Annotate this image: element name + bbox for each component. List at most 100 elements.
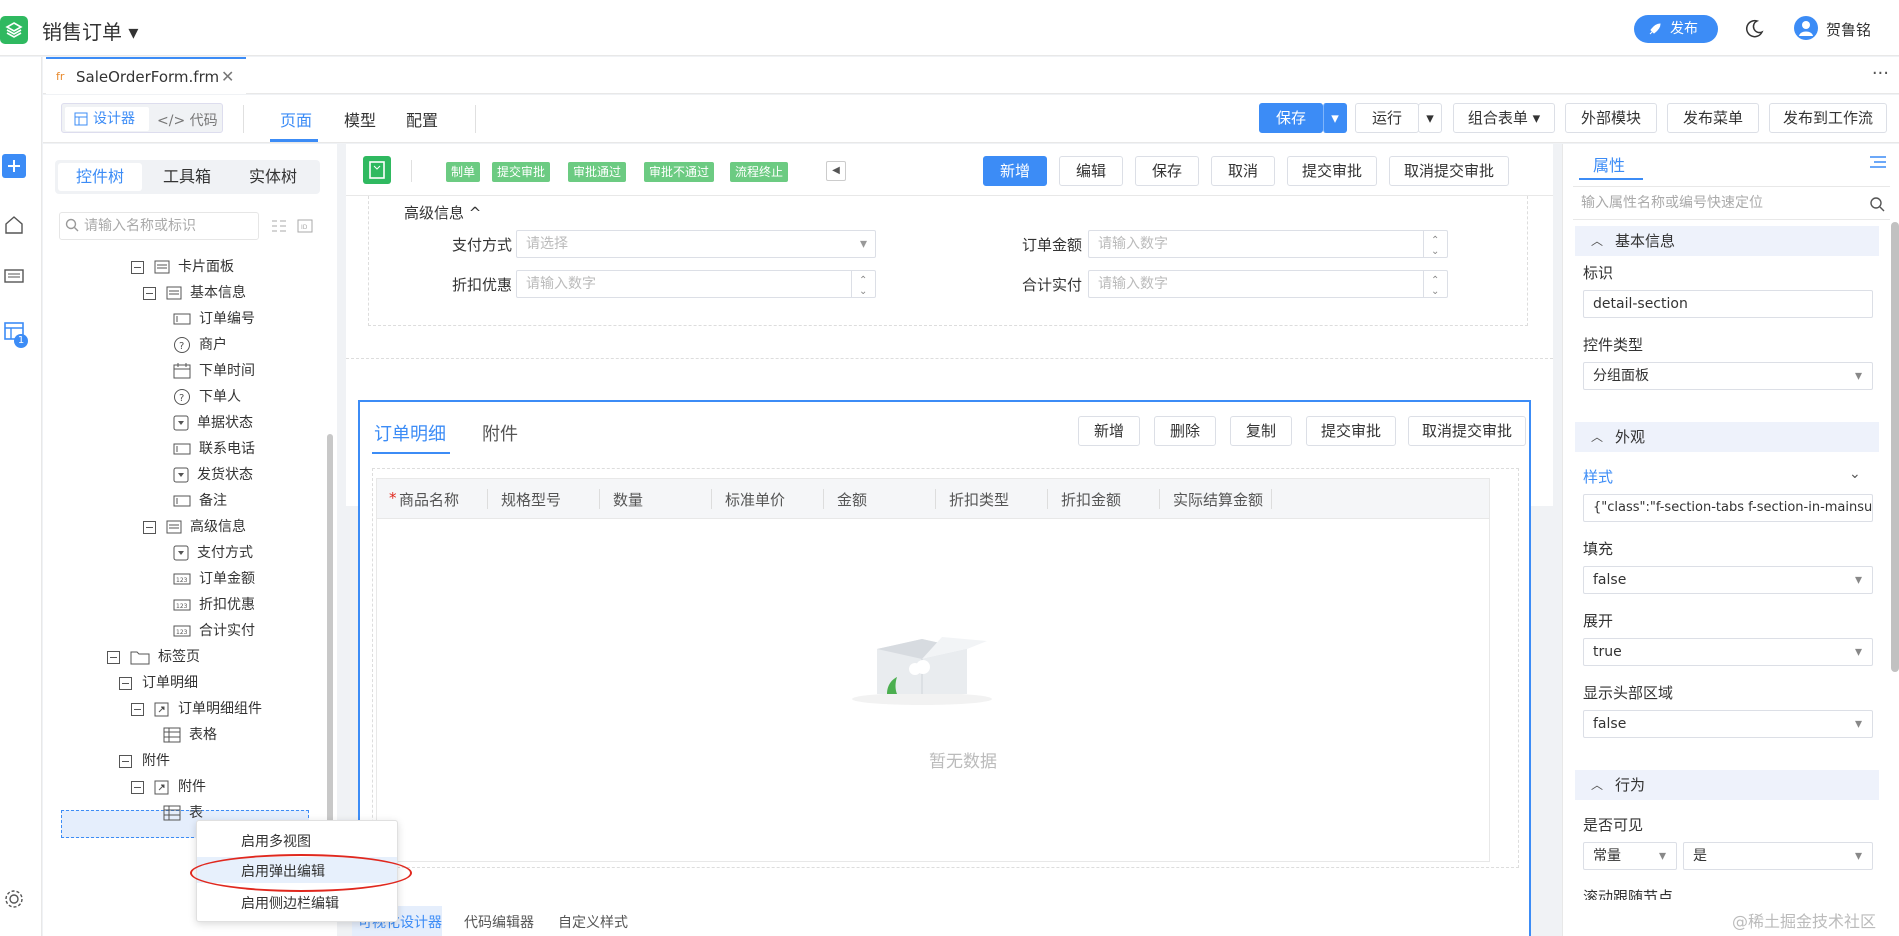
tree-item[interactable]: 标签页 bbox=[107, 646, 200, 668]
tab-attachment[interactable]: 附件 bbox=[482, 420, 518, 446]
tree-item[interactable]: 发货状态 bbox=[173, 464, 253, 486]
status-chip-terminated[interactable]: 流程终止 bbox=[730, 162, 789, 182]
gear-icon[interactable] bbox=[2, 887, 26, 911]
expand-select[interactable]: true bbox=[1583, 638, 1873, 666]
tree-item[interactable]: 123 折扣优惠 bbox=[173, 594, 255, 616]
tab-properties[interactable]: 属性 bbox=[1593, 152, 1625, 176]
column-header[interactable]: 规格型号 bbox=[501, 489, 561, 510]
tree-item[interactable]: 订单明细 bbox=[119, 672, 198, 694]
order-amount-input[interactable]: 请输入数字 bbox=[1088, 228, 1448, 265]
column-header[interactable]: 标准单价 bbox=[725, 489, 785, 510]
status-chip-draft[interactable]: 制单 bbox=[446, 162, 481, 182]
add-button[interactable]: 新增 bbox=[983, 156, 1047, 186]
payment-method-select[interactable]: 请选择 ▾ bbox=[516, 230, 876, 258]
stepper-icon[interactable] bbox=[851, 268, 875, 305]
visible-mode-select[interactable]: 常量 bbox=[1583, 842, 1677, 870]
chevron-left-icon[interactable]: ◀ bbox=[826, 161, 846, 181]
discount-input[interactable]: 请输入数字 bbox=[516, 268, 876, 305]
tree-item[interactable]: 高级信息 bbox=[143, 516, 246, 538]
section-basic-info[interactable]: ︿ 基本信息 bbox=[1575, 226, 1879, 256]
property-search-input[interactable]: 输入属性名称或编号快速定位 bbox=[1573, 186, 1890, 220]
status-chip-rejected[interactable]: 审批不通过 bbox=[644, 162, 715, 182]
menu-item-enable-multiview[interactable]: 启用多视图 bbox=[241, 831, 311, 851]
tree-item[interactable]: 订单明细组件 bbox=[131, 698, 262, 720]
tree-item[interactable]: 123 合计实付 bbox=[173, 620, 255, 642]
edit-button[interactable]: 编辑 bbox=[1059, 156, 1123, 186]
column-header[interactable]: 金额 bbox=[837, 489, 867, 510]
column-header[interactable]: 折扣类型 bbox=[949, 489, 1009, 510]
cancel-button[interactable]: 取消 bbox=[1211, 156, 1275, 186]
tree-item[interactable]: 附件 bbox=[131, 776, 206, 798]
detail-section[interactable]: 订单明细 附件 新增 删除 复制 提交审批 取消提交审批 * 商品名称 规格型号… bbox=[358, 400, 1531, 936]
data-grid[interactable]: * 商品名称 规格型号 数量 标准单价 金额 折扣类型 折扣金额 实际结算金额 bbox=[376, 478, 1490, 862]
tree-item[interactable]: 备注 bbox=[173, 490, 227, 512]
collapse-icon[interactable] bbox=[107, 650, 120, 664]
bookmark-icon[interactable] bbox=[363, 156, 391, 184]
search-icon[interactable] bbox=[1869, 196, 1885, 212]
detail-copy-button[interactable]: 复制 bbox=[1230, 416, 1292, 446]
code-mode-button[interactable]: </> 代码 bbox=[157, 110, 218, 130]
column-header[interactable]: 商品名称 bbox=[399, 489, 459, 510]
add-icon[interactable] bbox=[2, 154, 26, 178]
control-type-select[interactable]: 分组面板 bbox=[1583, 362, 1873, 390]
column-header[interactable]: 折扣金额 bbox=[1061, 489, 1121, 510]
detail-submit-button[interactable]: 提交审批 bbox=[1306, 416, 1396, 446]
section-behavior[interactable]: ︿ 行为 bbox=[1575, 770, 1879, 800]
column-header[interactable]: 实际结算金额 bbox=[1173, 489, 1263, 510]
style-input[interactable]: {"class":"f-section-tabs f-section-in-ma… bbox=[1583, 494, 1873, 522]
collapse-icon[interactable] bbox=[143, 520, 156, 534]
tree-item[interactable]: 卡片面板 bbox=[131, 256, 234, 278]
tab-control-tree[interactable]: 控件树 bbox=[58, 163, 142, 191]
publish-workflow-button[interactable]: 发布到工作流 bbox=[1769, 103, 1887, 133]
submit-approval-button[interactable]: 提交审批 bbox=[1287, 156, 1377, 186]
more-icon[interactable]: ··· bbox=[1872, 63, 1889, 84]
designer-mode-button[interactable]: 设计器 bbox=[65, 107, 149, 131]
cancel-submit-button[interactable]: 取消提交审批 bbox=[1389, 156, 1509, 186]
tab-code-editor[interactable]: 代码编辑器 bbox=[464, 912, 534, 932]
home-icon[interactable] bbox=[2, 213, 26, 237]
tree-item[interactable]: ? 商户 bbox=[173, 334, 227, 356]
tab-order-detail[interactable]: 订单明细 bbox=[374, 420, 446, 446]
monitor-icon[interactable] bbox=[2, 265, 26, 289]
tree-search-input[interactable]: 请输入名称或标识 bbox=[59, 212, 259, 240]
status-chip-approved[interactable]: 审批通过 bbox=[568, 162, 627, 182]
tab-page[interactable]: 页面 bbox=[280, 107, 312, 131]
id-toggle-icon[interactable]: ID bbox=[297, 218, 313, 234]
run-dropdown-button[interactable]: ▾ bbox=[1418, 103, 1442, 133]
close-icon[interactable]: ✕ bbox=[221, 67, 234, 86]
total-paid-input[interactable]: 请输入数字 bbox=[1088, 268, 1448, 305]
collapse-icon[interactable] bbox=[119, 676, 132, 690]
detail-delete-button[interactable]: 删除 bbox=[1154, 416, 1216, 446]
tab-toolbox[interactable]: 工具箱 bbox=[145, 163, 229, 191]
stepper-icon[interactable] bbox=[1423, 268, 1447, 305]
avatar[interactable] bbox=[1794, 16, 1818, 40]
list-icon[interactable] bbox=[1869, 154, 1887, 170]
tab-entity-tree[interactable]: 实体树 bbox=[231, 163, 315, 191]
collapse-icon[interactable] bbox=[119, 754, 132, 768]
tree-item[interactable]: 联系电话 bbox=[173, 438, 255, 460]
tree-item[interactable]: 附件 bbox=[119, 750, 170, 772]
file-tab[interactable]: fr SaleOrderForm.frm ✕ bbox=[46, 57, 246, 94]
collapse-icon[interactable] bbox=[131, 260, 144, 274]
identifier-input[interactable]: detail-section bbox=[1583, 290, 1873, 318]
show-header-select[interactable]: false bbox=[1583, 710, 1873, 738]
column-header[interactable]: 数量 bbox=[613, 489, 643, 510]
publish-menu-button[interactable]: 发布菜单 bbox=[1667, 103, 1759, 133]
user-name[interactable]: 贺鲁铭 bbox=[1826, 19, 1871, 40]
save-button[interactable]: 保存 bbox=[1259, 103, 1323, 133]
save-dropdown-button[interactable]: ▾ bbox=[1323, 103, 1347, 133]
property-label[interactable]: 样式 bbox=[1583, 466, 1613, 487]
combo-form-button[interactable]: 组合表单 ▾ bbox=[1453, 103, 1555, 133]
detail-cancel-submit-button[interactable]: 取消提交审批 bbox=[1408, 416, 1526, 446]
stepper-icon[interactable] bbox=[1423, 228, 1447, 265]
tab-custom-style[interactable]: 自定义样式 bbox=[558, 912, 628, 932]
tree-item-selected[interactable]: 表格 bbox=[163, 724, 217, 746]
tree-item[interactable]: ? 下单人 bbox=[173, 386, 241, 408]
collapse-all-icon[interactable] bbox=[271, 218, 287, 234]
menu-item-enable-sidebar-edit[interactable]: 启用侧边栏编辑 bbox=[241, 893, 339, 913]
section-appearance[interactable]: ︿ 外观 bbox=[1575, 422, 1879, 452]
collapse-icon[interactable] bbox=[131, 780, 144, 794]
tree-item[interactable]: 下单时间 bbox=[173, 360, 255, 382]
tree-item[interactable]: 支付方式 bbox=[173, 542, 253, 564]
tree-item[interactable]: 基本信息 bbox=[143, 282, 246, 304]
